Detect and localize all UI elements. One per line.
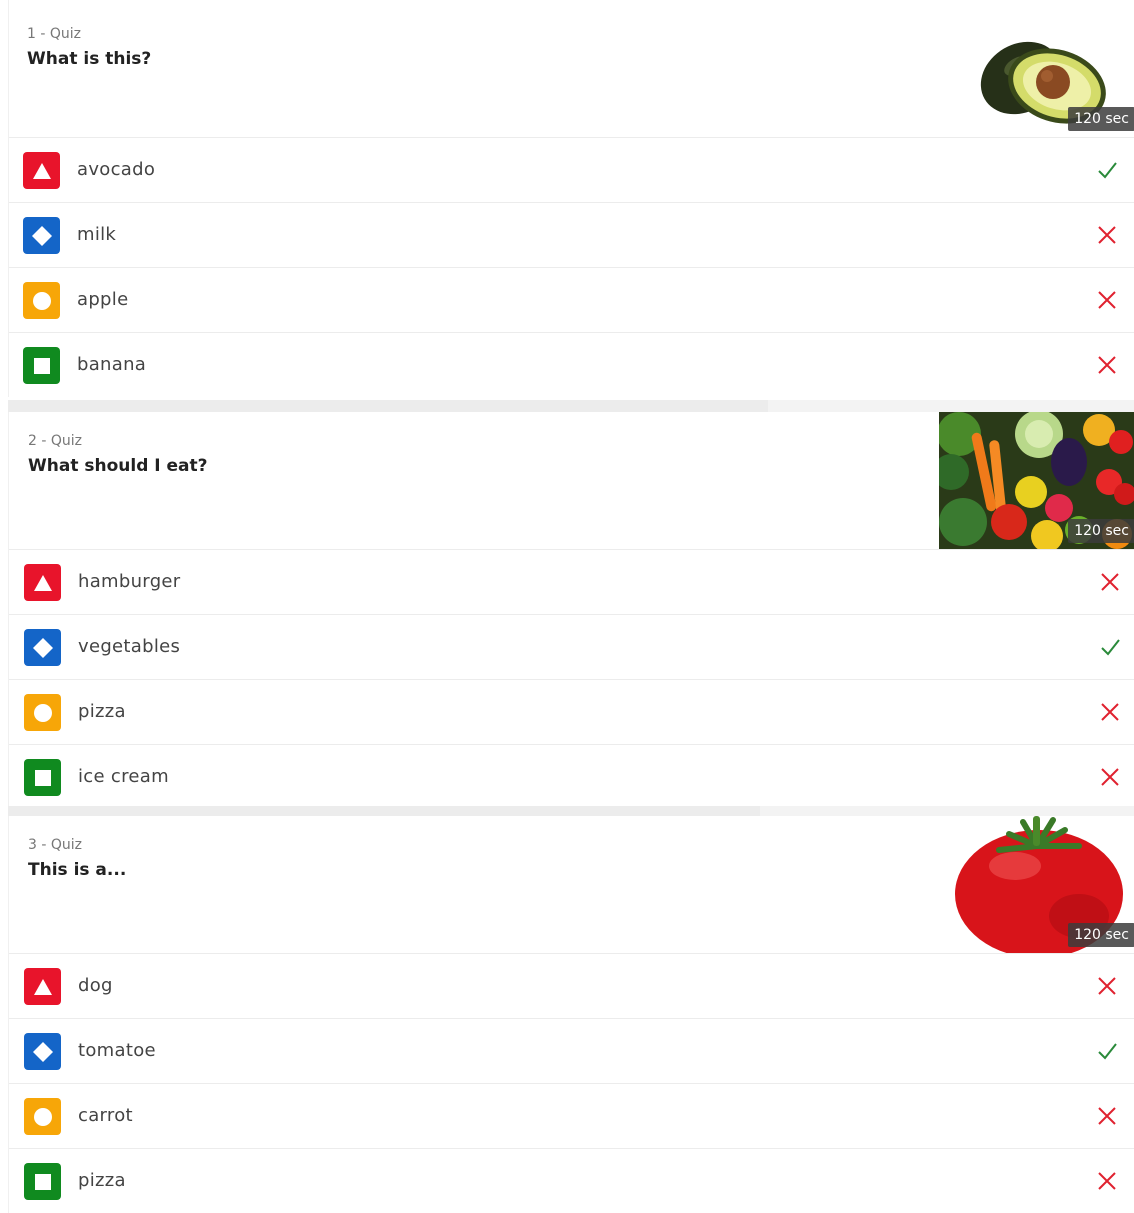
answer-row[interactable]: banana <box>9 333 1134 397</box>
answer-row[interactable]: carrot <box>9 1084 1134 1149</box>
wrong-x-icon <box>1095 223 1119 247</box>
answer-label: ice cream <box>78 766 169 787</box>
quiz-card-3: 3 - Quiz This is a... 120 sec dog tomato… <box>8 816 1134 1213</box>
triangle-icon <box>24 968 61 1005</box>
question-text: What should I eat? <box>28 456 208 476</box>
question-text: What is this? <box>27 49 152 69</box>
avocado-image: 120 sec <box>939 0 1134 137</box>
diamond-icon <box>23 217 60 254</box>
tomato-image: 120 sec <box>939 816 1134 953</box>
wrong-x-icon <box>1095 1104 1119 1128</box>
answer-label: tomatoe <box>78 1040 156 1061</box>
wrong-x-icon <box>1098 700 1122 724</box>
answer-row[interactable]: pizza <box>9 680 1134 745</box>
question-header: 1 - Quiz What is this? 120 sec <box>9 0 1134 138</box>
circle-icon <box>23 282 60 319</box>
answer-row[interactable]: ice cream <box>9 745 1134 809</box>
vegetables-image: 120 sec <box>939 412 1134 549</box>
timer-badge: 120 sec <box>1068 107 1134 131</box>
wrong-x-icon <box>1095 353 1119 377</box>
answer-row[interactable]: apple <box>9 268 1134 333</box>
answer-label: apple <box>77 289 129 310</box>
correct-check-icon <box>1098 635 1122 659</box>
question-number: 1 - Quiz <box>27 26 81 42</box>
answer-row[interactable]: tomatoe <box>9 1019 1134 1084</box>
wrong-x-icon <box>1098 765 1122 789</box>
answer-label: pizza <box>78 1170 126 1191</box>
correct-check-icon <box>1095 158 1119 182</box>
question-text: This is a... <box>28 860 127 880</box>
answer-label: banana <box>77 354 147 375</box>
triangle-icon <box>23 152 60 189</box>
square-icon <box>24 759 61 796</box>
answer-label: hamburger <box>78 571 181 592</box>
timer-badge: 120 sec <box>1068 519 1134 543</box>
wrong-x-icon <box>1095 974 1119 998</box>
timer-badge: 120 sec <box>1068 923 1134 947</box>
answer-label: pizza <box>78 701 126 722</box>
wrong-x-icon <box>1098 570 1122 594</box>
diamond-icon <box>24 629 61 666</box>
answer-row[interactable]: milk <box>9 203 1134 268</box>
section-divider <box>8 400 1134 412</box>
quiz-card-2: 2 - Quiz What should I eat? 120 sec hamb… <box>8 412 1134 809</box>
answer-label: carrot <box>78 1105 133 1126</box>
answer-row[interactable]: pizza <box>9 1149 1134 1213</box>
answer-label: vegetables <box>78 636 181 657</box>
question-header: 2 - Quiz What should I eat? 120 sec <box>9 412 1134 550</box>
answer-row[interactable]: hamburger <box>9 550 1134 615</box>
square-icon <box>23 347 60 384</box>
answer-row[interactable]: dog <box>9 954 1134 1019</box>
answer-label: dog <box>78 975 113 996</box>
answer-row[interactable]: vegetables <box>9 615 1134 680</box>
answer-label: avocado <box>77 159 156 180</box>
wrong-x-icon <box>1095 288 1119 312</box>
answer-row[interactable]: avocado <box>9 138 1134 203</box>
diamond-icon <box>24 1033 61 1070</box>
question-number: 3 - Quiz <box>28 837 82 853</box>
circle-icon <box>24 1098 61 1135</box>
question-header: 3 - Quiz This is a... 120 sec <box>9 816 1134 954</box>
correct-check-icon <box>1095 1039 1119 1063</box>
circle-icon <box>24 694 61 731</box>
square-icon <box>24 1163 61 1200</box>
answer-label: milk <box>77 224 117 245</box>
question-number: 2 - Quiz <box>28 433 82 449</box>
triangle-icon <box>24 564 61 601</box>
wrong-x-icon <box>1095 1169 1119 1193</box>
quiz-card-1: 1 - Quiz What is this? 120 sec avocado m… <box>8 0 1134 397</box>
